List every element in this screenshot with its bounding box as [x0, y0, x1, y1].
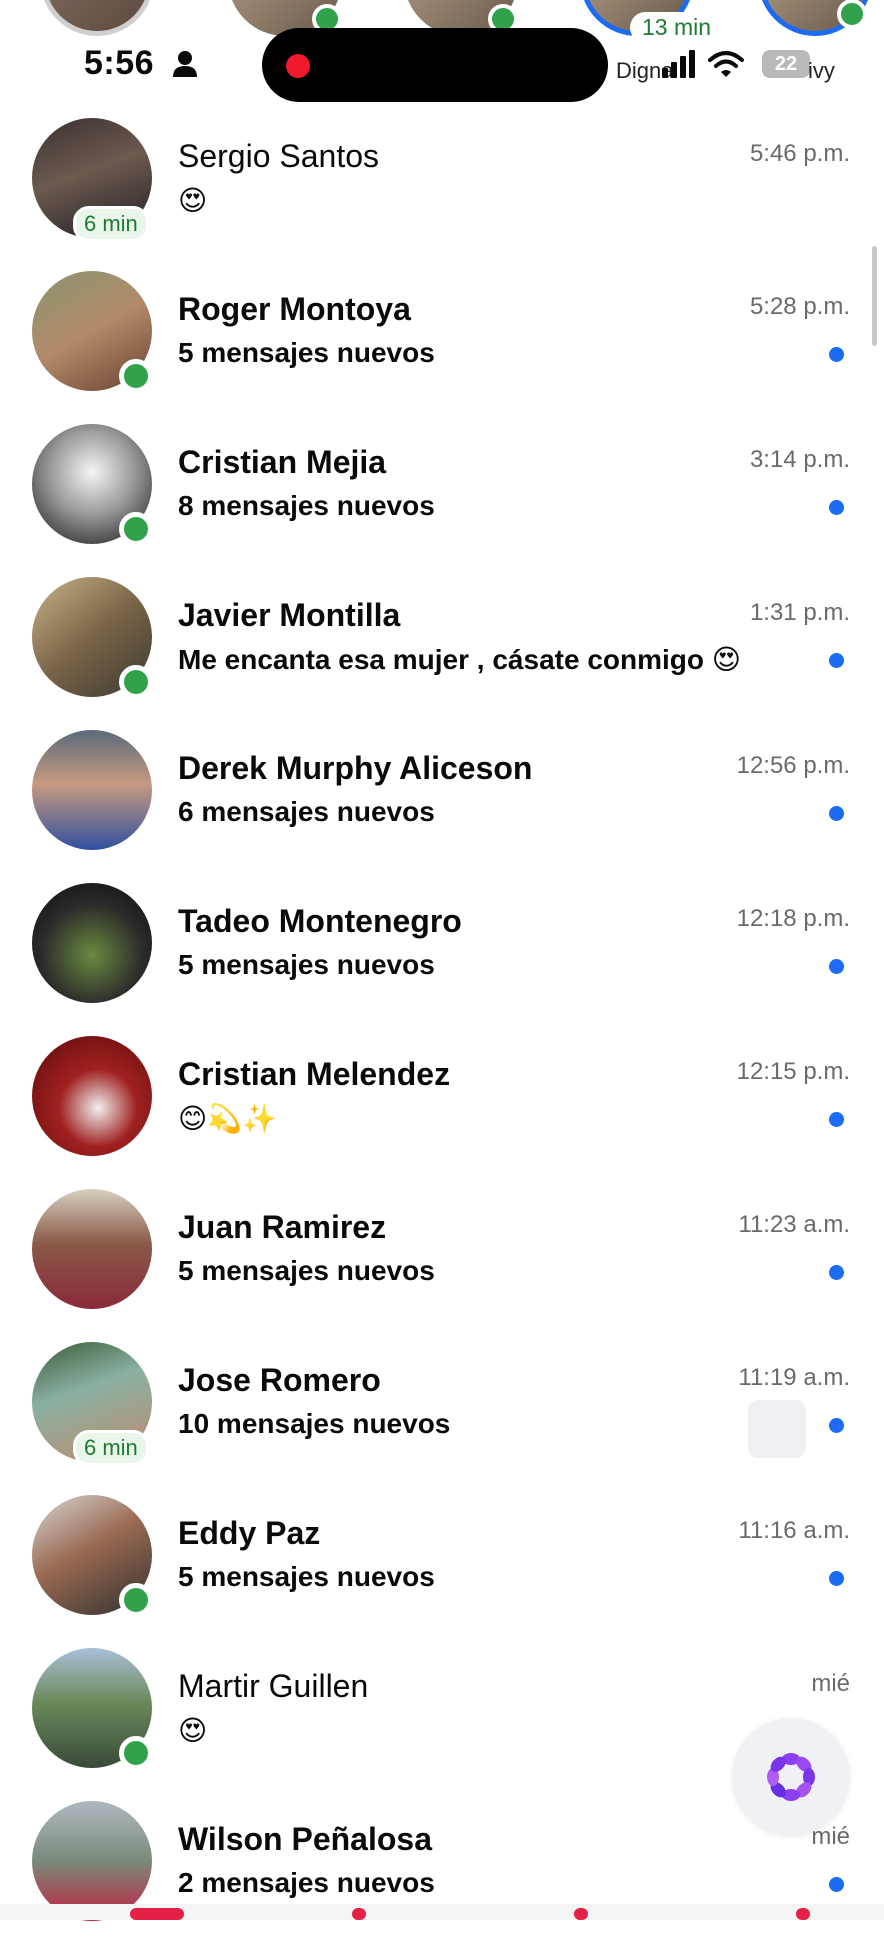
message-time: 5:28 p.m. — [749, 293, 850, 320]
unread-indicator — [829, 500, 844, 515]
online-indicator — [119, 665, 153, 699]
contact-name: Tadeo Montenegro — [178, 903, 462, 939]
contact-name: Eddy Paz — [178, 1515, 321, 1551]
avatar — [32, 1801, 152, 1921]
contact-name: Sergio Santos — [178, 138, 380, 174]
message-time: 12:15 p.m. — [736, 1058, 850, 1085]
recording-indicator-icon — [286, 54, 310, 78]
active-time-badge: 6 min — [73, 206, 149, 242]
message-preview: 😊💫✨ — [178, 1103, 277, 1134]
message-time: 12:56 p.m. — [736, 752, 850, 779]
message-time: 11:16 a.m. — [738, 1517, 850, 1544]
message-preview: 😍 — [178, 1715, 208, 1746]
tab-indicator — [574, 1908, 588, 1920]
conversation-row[interactable]: 6 min Sergio Santos 😍 5:46 p.m. — [0, 110, 884, 263]
sparkle-flower-icon — [767, 1753, 815, 1801]
online-indicator — [837, 0, 867, 29]
active-time-badge: 6 min — [73, 1430, 149, 1466]
unread-indicator — [829, 653, 844, 668]
story-avatar[interactable] — [40, 0, 154, 36]
conversation-row[interactable]: Roger Montoya 5 mensajes nuevos 5:28 p.m… — [0, 263, 884, 416]
message-preview: 5 mensajes nuevos — [178, 1561, 435, 1592]
signal-icon — [662, 50, 695, 78]
message-preview: 😍 — [178, 185, 208, 216]
tab-indicator — [130, 1908, 184, 1920]
bottom-tab-bar-edge — [0, 1904, 884, 1920]
conversation-row[interactable]: Derek Murphy Aliceson 6 mensajes nuevos … — [0, 722, 884, 875]
online-indicator — [119, 1736, 153, 1770]
unread-indicator — [829, 1112, 844, 1127]
conversation-row[interactable]: Tadeo Montenegro 5 mensajes nuevos 12:18… — [0, 875, 884, 1028]
contact-name: Derek Murphy Aliceson — [178, 750, 533, 786]
ai-assistant-button[interactable] — [732, 1718, 850, 1836]
message-preview: 6 mensajes nuevos — [178, 796, 435, 827]
avatar — [32, 730, 152, 850]
conversation-row[interactable]: Eddy Paz 5 mensajes nuevos 11:16 a.m. — [0, 1487, 884, 1640]
carrier-label: ivy — [808, 58, 835, 83]
avatar — [32, 1036, 152, 1156]
message-time: 11:19 a.m. — [738, 1364, 850, 1391]
message-time: 5:46 p.m. — [749, 140, 850, 167]
tab-indicator — [796, 1908, 810, 1920]
message-time: 11:23 a.m. — [738, 1211, 850, 1238]
contact-name: Martir Guillen — [178, 1668, 369, 1704]
conversation-row[interactable]: Juan Ramirez 5 mensajes nuevos 11:23 a.m… — [0, 1181, 884, 1334]
contact-name: Javier Montilla — [178, 597, 401, 633]
avatar — [32, 1189, 152, 1309]
story-time-badge: 13 min — [630, 12, 724, 43]
tab-indicator — [352, 1908, 366, 1920]
contact-name: Juan Ramirez — [178, 1209, 387, 1245]
unread-indicator — [829, 1571, 844, 1586]
battery-icon: 22 — [762, 50, 810, 78]
message-time: 3:14 p.m. — [749, 446, 850, 473]
message-preview: 10 mensajes nuevos — [178, 1408, 451, 1439]
message-preview: 5 mensajes nuevos — [178, 949, 435, 980]
conversation-row[interactable]: Javier Montilla Me encanta esa mujer , c… — [0, 569, 884, 722]
dynamic-island — [262, 28, 608, 102]
message-preview: 5 mensajes nuevos — [178, 1255, 435, 1286]
avatar — [32, 883, 152, 1003]
conversation-row[interactable]: Cristian Mejia 8 mensajes nuevos 3:14 p.… — [0, 416, 884, 569]
message-preview: 2 mensajes nuevos — [178, 1867, 435, 1898]
wifi-icon — [708, 51, 744, 77]
message-time: 12:18 p.m. — [736, 905, 850, 932]
person-icon — [173, 51, 197, 77]
conversation-list: 6 min Sergio Santos 😍 5:46 p.m. Roger Mo… — [0, 110, 884, 1946]
unread-indicator — [829, 959, 844, 974]
top-bar: 13 min 5:56 Digna 22 ivy — [0, 0, 884, 108]
contact-name: Cristian Mejia — [178, 444, 387, 480]
online-indicator — [119, 359, 153, 393]
message-time: mié — [811, 1670, 850, 1697]
unread-indicator — [829, 806, 844, 821]
unread-indicator — [829, 1877, 844, 1892]
status-time: 5:56 — [84, 44, 155, 82]
online-indicator — [119, 512, 153, 546]
unread-indicator — [829, 1418, 844, 1433]
contact-name: Wilson Peñalosa — [178, 1821, 432, 1857]
unread-indicator — [829, 1265, 844, 1280]
contact-name: Cristian Melendez — [178, 1056, 451, 1092]
message-preview: 5 mensajes nuevos — [178, 337, 435, 368]
online-indicator — [119, 1583, 153, 1617]
message-preview: 8 mensajes nuevos — [178, 490, 435, 521]
unread-indicator — [829, 347, 844, 362]
contact-name: Jose Romero — [178, 1362, 381, 1398]
media-thumbnail — [748, 1400, 806, 1458]
story-avatar[interactable] — [758, 0, 872, 36]
message-time: 1:31 p.m. — [749, 599, 850, 626]
contact-name: Roger Montoya — [178, 291, 411, 327]
message-preview: Me encanta esa mujer , cásate conmigo 😍 — [178, 644, 741, 675]
conversation-row[interactable]: Cristian Melendez 😊💫✨ 12:15 p.m. — [0, 1028, 884, 1181]
